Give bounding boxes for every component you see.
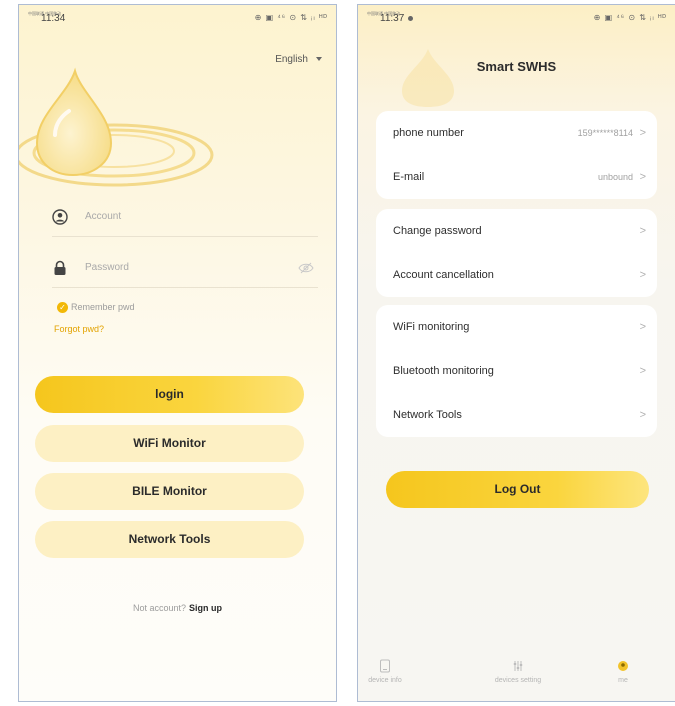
tab-label: device info: [368, 677, 402, 684]
tab-me[interactable]: me: [578, 659, 668, 684]
password-field[interactable]: Password: [52, 254, 318, 288]
ble-monitor-button[interactable]: BILE Monitor: [35, 473, 304, 510]
monitoring-card: WiFi monitoring > Bluetooth monitoring >…: [376, 305, 657, 437]
chevron-right-icon: >: [639, 321, 646, 333]
device-icon: [380, 659, 390, 673]
row-label: Bluetooth monitoring: [393, 365, 494, 377]
notification-dot-icon: [408, 15, 414, 21]
eye-off-icon[interactable]: [298, 262, 314, 274]
me-icon: [618, 661, 628, 671]
logout-button[interactable]: Log Out: [386, 471, 649, 508]
password-input[interactable]: Password: [85, 262, 129, 273]
change-password-row[interactable]: Change password >: [376, 209, 657, 253]
row-value: unbound: [597, 172, 633, 182]
account-cancellation-row[interactable]: Account cancellation >: [376, 253, 657, 297]
chevron-right-icon: >: [639, 127, 646, 139]
status-time-text: 11:37: [380, 13, 405, 24]
account-input[interactable]: Account: [85, 211, 121, 222]
chevron-right-icon: >: [639, 269, 646, 281]
status-time: 11:34: [41, 13, 66, 24]
status-bar: 中国联通 中国移动 11:37 ⊕ ▣ ⁴⁶ ⊙ ⇅ ᵢₗ ᴴᴰ: [358, 5, 675, 31]
signup-prompt-text: Not account?: [132, 603, 187, 613]
wifi-monitoring-row[interactable]: WiFi monitoring >: [376, 305, 657, 349]
network-tools-row[interactable]: Network Tools >: [376, 393, 657, 437]
account-screen: 中国联通 中国移动 11:37 ⊕ ▣ ⁴⁶ ⊙ ⇅ ᵢₗ ᴴᴰ Smart S…: [357, 4, 675, 702]
login-screen: 中国联通 中国移动 11:34 ⊕ ▣ ⁴⁶ ⊙ ⇅ ᵢₗ ᴴᴰ English…: [18, 4, 337, 702]
chevron-right-icon: >: [639, 409, 646, 421]
row-label: Change password: [393, 225, 482, 237]
signup-link[interactable]: Sign up: [189, 603, 222, 613]
language-selector[interactable]: English: [275, 54, 322, 65]
chevron-right-icon: >: [639, 171, 646, 183]
row-label: E-mail: [393, 171, 425, 183]
language-label: English: [275, 54, 308, 65]
water-drop-watermark: [402, 49, 454, 107]
remember-checkbox[interactable]: ✓ Remember pwd: [57, 302, 135, 314]
user-icon: [52, 209, 68, 225]
row-label: Account cancellation: [393, 269, 494, 281]
forgot-password-link[interactable]: Forgot pwd?: [54, 324, 104, 334]
status-icons: ⊕ ▣ ⁴⁶ ⊙ ⇅ ᵢₗ ᴴᴰ: [593, 13, 667, 22]
status-icons: ⊕ ▣ ⁴⁶ ⊙ ⇅ ᵢₗ ᴴᴰ: [254, 13, 328, 22]
chevron-right-icon: >: [639, 365, 646, 377]
status-bar: 中国联通 中国移动 11:34 ⊕ ▣ ⁴⁶ ⊙ ⇅ ᵢₗ ᴴᴰ: [19, 5, 336, 31]
contact-card: phone number 159******8114 > E-mail unbo…: [376, 111, 657, 199]
tab-devices-setting[interactable]: devices setting: [473, 659, 563, 684]
page-title: Smart SWHS: [476, 59, 557, 74]
status-time: 11:37: [380, 13, 414, 24]
bottom-tab-bar: device info devices setting me: [358, 651, 675, 701]
phone-number-row[interactable]: phone number 159******8114 >: [376, 111, 657, 155]
login-button[interactable]: login: [35, 376, 304, 413]
bluetooth-monitoring-row[interactable]: Bluetooth monitoring >: [376, 349, 657, 393]
password-card: Change password > Account cancellation >: [376, 209, 657, 297]
check-icon: ✓: [57, 302, 68, 314]
network-tools-button[interactable]: Network Tools: [35, 521, 304, 558]
remember-label: Remember pwd: [71, 302, 135, 312]
row-value: 159******8114: [577, 128, 633, 138]
chevron-right-icon: >: [639, 225, 646, 237]
wifi-monitor-button[interactable]: WiFi Monitor: [35, 425, 304, 462]
tab-device-info[interactable]: device info: [358, 659, 430, 684]
row-label: WiFi monitoring: [393, 321, 470, 333]
tab-label: me: [618, 677, 628, 684]
water-drop-logo: [19, 67, 214, 187]
row-label: phone number: [393, 127, 464, 139]
email-row[interactable]: E-mail unbound >: [376, 155, 657, 199]
tab-label: devices setting: [494, 677, 542, 684]
settings-icon: [513, 661, 523, 671]
row-label: Network Tools: [393, 409, 462, 421]
lock-icon: [54, 260, 66, 275]
signup-prompt: Not account? Sign up: [19, 603, 336, 613]
chevron-down-icon: [316, 57, 322, 62]
account-field[interactable]: Account: [52, 203, 318, 237]
